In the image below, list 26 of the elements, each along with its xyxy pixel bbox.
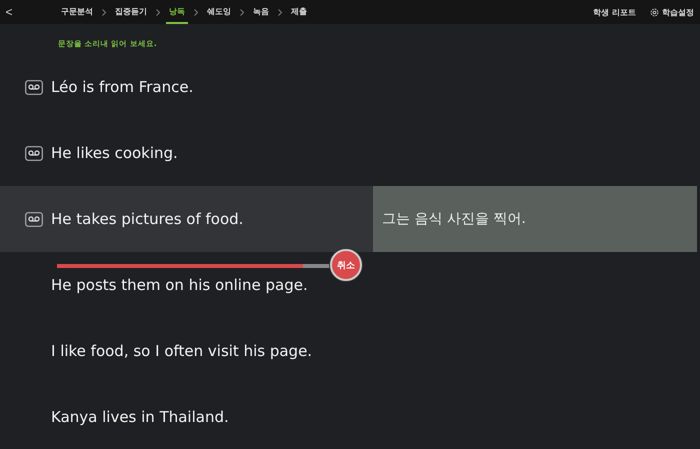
- chevron-icon: [240, 8, 244, 16]
- voicemail-icon[interactable]: [25, 212, 43, 226]
- chevron-icon: [102, 8, 106, 16]
- sentence-text: He posts them on his online page.: [51, 276, 308, 294]
- back-button[interactable]: <: [0, 0, 18, 24]
- step-tab[interactable]: 녹음: [250, 0, 272, 24]
- voicemail-icon[interactable]: [25, 80, 43, 94]
- step-tab[interactable]: 집중듣기: [112, 0, 150, 24]
- sentence-text: I like food, so I often visit his page.: [51, 342, 312, 360]
- settings-icon: [650, 8, 659, 16]
- step-tab[interactable]: 낭독: [166, 0, 188, 24]
- chevron-icon: [194, 8, 198, 16]
- report-button[interactable]: 학생 리포트: [593, 6, 636, 18]
- sentence-text: He likes cooking.: [51, 144, 178, 162]
- step-tab[interactable]: 쉐도잉: [204, 0, 234, 24]
- step-tab[interactable]: 구문분석: [58, 0, 96, 24]
- chevron-icon: [278, 8, 282, 16]
- translation-panel: 그는 음식 사진을 찍어.: [373, 186, 697, 252]
- settings-button[interactable]: 학습설정: [650, 6, 694, 18]
- cancel-button[interactable]: 취소: [330, 249, 362, 281]
- step-tab[interactable]: 제출: [288, 0, 310, 24]
- sentence-text: Léo is from France.: [51, 78, 194, 96]
- chevron-icon: [156, 8, 160, 16]
- sentence-text: He takes pictures of food.: [51, 210, 244, 228]
- sentence-text: Kanya lives in Thailand.: [51, 408, 229, 426]
- voicemail-icon[interactable]: [25, 146, 43, 160]
